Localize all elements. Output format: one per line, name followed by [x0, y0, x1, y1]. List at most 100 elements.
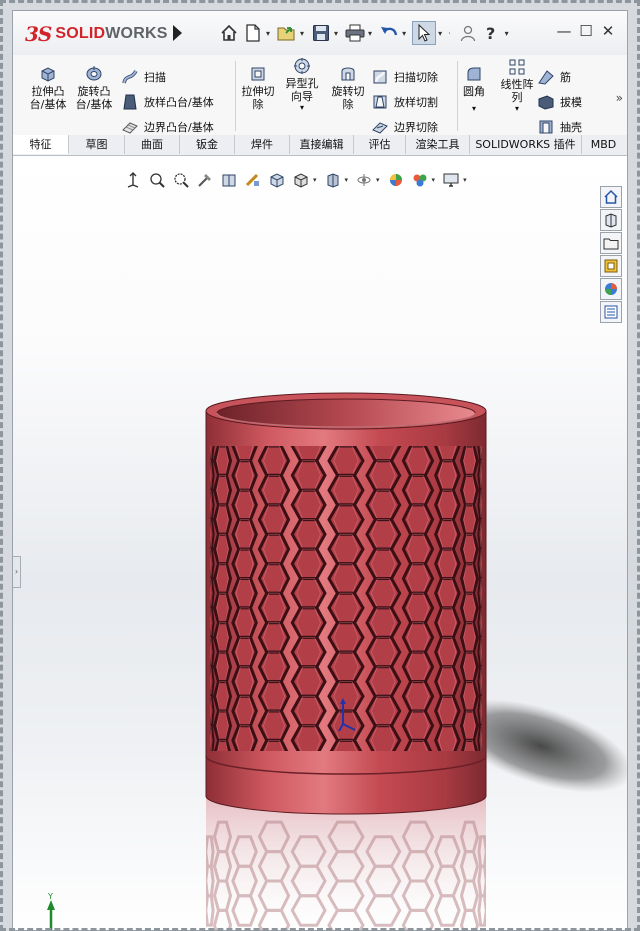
loft-boss-icon	[123, 94, 137, 110]
graphics-area[interactable]: ▾ ▾ ▾ ▾ ▾ › Y	[13, 156, 627, 930]
sweep-button[interactable]: 扫描	[121, 67, 166, 87]
extrude-boss-icon	[41, 67, 55, 82]
reference-triad-icon: Y	[47, 892, 55, 930]
home-icon[interactable]	[218, 22, 240, 44]
title-bar: 3S SOLIDWORKS ▾ ▾ ▾ ▾ ▾ ▾ · ? ▾ — ☐ ✕	[13, 11, 627, 56]
help-dropdown-icon[interactable]: ▾	[505, 29, 509, 38]
logo-works: WORKS	[105, 25, 168, 42]
minimize-icon[interactable]: —	[553, 22, 575, 40]
shell-icon	[539, 120, 553, 134]
undo-dropdown-icon[interactable]: ▾	[402, 29, 406, 38]
tab-direct-editing[interactable]: 直接编辑	[290, 135, 354, 154]
command-manager-tabs: 特征 草图 曲面 钣金 焊件 直接编辑 评估 渲染工具 SOLIDWORKS 插…	[13, 135, 627, 156]
boundary-cut-icon	[372, 122, 388, 134]
tab-weldments[interactable]: 焊件	[235, 135, 290, 154]
boundary-boss-button[interactable]: 边界凸台/基体	[121, 117, 214, 137]
linear-pattern-icon	[509, 59, 525, 75]
tab-render-tools[interactable]: 渲染工具	[406, 135, 470, 154]
expand-menu-arrow-icon[interactable]	[173, 25, 182, 41]
draft-button[interactable]: 拔模	[537, 92, 582, 112]
swept-cut-icon	[373, 70, 387, 84]
lofted-cut-label: 放样切割	[394, 96, 438, 109]
lofted-cut-button[interactable]: 放样切割	[371, 92, 438, 112]
logo-solid: SOLID	[55, 25, 106, 42]
shell-label: 抽壳	[560, 121, 582, 134]
new-document-icon[interactable]	[242, 22, 264, 44]
linear-pattern-dropdown-icon[interactable]: ▾	[515, 104, 519, 113]
toolbar-separator-dot: ·	[448, 28, 451, 38]
loft-boss-label: 放样凸台/基体	[144, 96, 214, 109]
window-controls: — ☐ ✕	[553, 22, 619, 40]
open-icon[interactable]	[276, 22, 298, 44]
revolve-boss-icon	[86, 66, 102, 81]
extrude-cut-icon	[251, 67, 265, 81]
revolve-boss-label: 旋转凸 台/基体	[75, 85, 113, 111]
extrude-boss-button[interactable]: 拉伸凸 台/基体	[25, 65, 71, 111]
boundary-boss-label: 边界凸台/基体	[144, 121, 214, 134]
revolve-cut-icon	[341, 67, 355, 81]
svg-text:?: ?	[486, 24, 495, 42]
new-dropdown-icon[interactable]: ▾	[266, 29, 270, 38]
tab-sketch[interactable]: 草图	[69, 135, 125, 154]
close-icon[interactable]: ✕	[597, 22, 619, 40]
tab-surfaces[interactable]: 曲面	[125, 135, 180, 154]
extrude-boss-label: 拉伸凸 台/基体	[29, 85, 67, 111]
pen-holder-model[interactable]	[205, 392, 487, 815]
undo-icon[interactable]	[378, 22, 400, 44]
extrude-cut-button[interactable]: 拉伸切 除	[235, 65, 281, 111]
sweep-icon	[122, 70, 138, 84]
revolve-cut-label: 旋转切 除	[331, 85, 365, 111]
sweep-label: 扫描	[144, 71, 166, 84]
tab-solidworks-addins[interactable]: SOLIDWORKS 插件	[470, 135, 582, 154]
floor-reflection	[206, 796, 486, 930]
lofted-cut-icon	[373, 95, 387, 109]
draft-label: 拔模	[560, 96, 582, 109]
tab-sheet-metal[interactable]: 钣金	[180, 135, 235, 154]
triad-y-label: Y	[47, 892, 53, 901]
draft-icon	[538, 95, 554, 110]
hole-wizard-dropdown-icon[interactable]: ▾	[300, 103, 304, 112]
fillet-dropdown-icon[interactable]: ▾	[472, 104, 476, 113]
ribbon-more-icon[interactable]: »	[616, 91, 623, 105]
swept-cut-button[interactable]: 扫描切除	[371, 67, 438, 87]
hole-wizard-icon	[294, 58, 310, 74]
swept-cut-label: 扫描切除	[394, 71, 438, 84]
revolve-cut-button[interactable]: 旋转切 除	[325, 65, 371, 111]
revolve-boss-button[interactable]: 旋转凸 台/基体	[71, 65, 117, 111]
print-icon[interactable]	[344, 22, 366, 44]
linear-pattern-button[interactable]: 线性阵 列 ▾	[491, 58, 543, 113]
logo-ds-mark: 3S	[25, 22, 52, 46]
hole-wizard-label: 异型孔 向导	[285, 77, 319, 103]
fillet-icon	[467, 67, 481, 81]
select-icon[interactable]	[412, 21, 437, 45]
fillet-label: 圆角	[463, 85, 485, 98]
logo-wordmark: SOLIDWORKS	[55, 25, 167, 43]
solidworks-window: 3S SOLIDWORKS ▾ ▾ ▾ ▾ ▾ ▾ · ? ▾ — ☐ ✕ 拉伸…	[12, 10, 628, 931]
shell-button[interactable]: 抽壳	[537, 117, 582, 137]
boundary-cut-label: 边界切除	[394, 121, 438, 134]
extrude-cut-label: 拉伸切 除	[241, 85, 275, 111]
loft-boss-button[interactable]: 放样凸台/基体	[121, 92, 214, 112]
save-dropdown-icon[interactable]: ▾	[334, 29, 338, 38]
quick-access-toolbar: ▾ ▾ ▾ ▾ ▾ ▾ · ? ▾	[218, 19, 515, 47]
tab-evaluate[interactable]: 评估	[354, 135, 406, 154]
solidworks-logo[interactable]: 3S SOLIDWORKS	[25, 21, 168, 47]
select-dropdown-icon[interactable]: ▾	[438, 29, 442, 38]
open-dropdown-icon[interactable]: ▾	[300, 29, 304, 38]
tab-features[interactable]: 特征	[13, 135, 69, 154]
linear-pattern-label: 线性阵 列	[500, 78, 534, 104]
tab-mbd[interactable]: MBD	[582, 135, 625, 154]
hex-pattern	[210, 446, 482, 751]
model-canvas: Y	[47, 392, 627, 930]
maximize-icon[interactable]: ☐	[575, 22, 597, 40]
save-icon[interactable]	[310, 22, 332, 44]
rib-icon	[538, 70, 554, 85]
boundary-boss-icon	[122, 122, 138, 134]
command-manager-ribbon: 拉伸凸 台/基体 旋转凸 台/基体 扫描 放样凸台/基体 边界凸台/基体 拉伸切…	[13, 55, 627, 136]
print-dropdown-icon[interactable]: ▾	[368, 29, 372, 38]
hole-wizard-button[interactable]: 异型孔 向导 ▾	[279, 57, 325, 112]
rib-button[interactable]: 筋	[537, 67, 571, 87]
user-icon[interactable]	[457, 22, 479, 44]
help-icon[interactable]: ?	[481, 22, 503, 44]
boundary-cut-button[interactable]: 边界切除	[371, 117, 438, 137]
